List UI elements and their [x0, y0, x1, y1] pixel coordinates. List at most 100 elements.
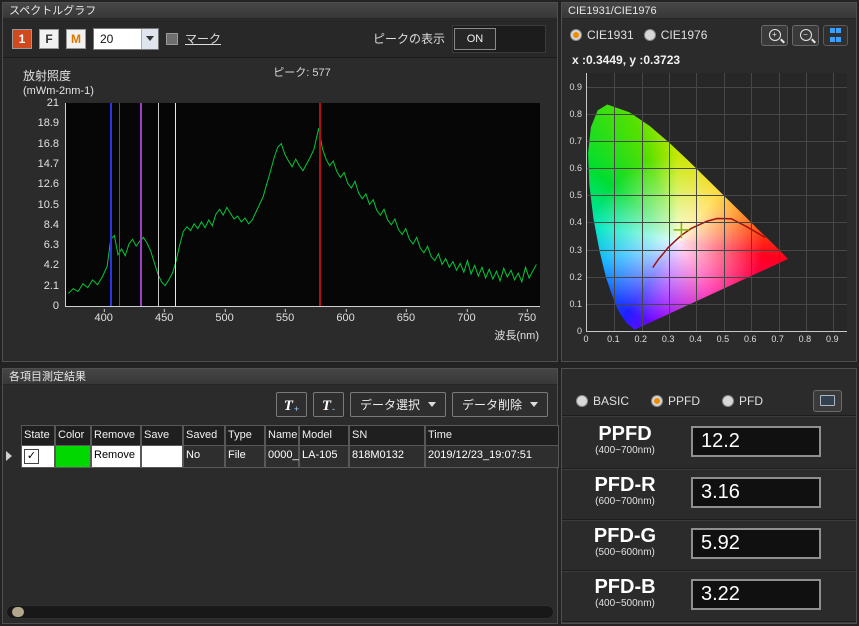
wavelength-marker	[175, 103, 176, 306]
zoom-in-button[interactable]: +	[761, 25, 788, 46]
row-selector-icon	[6, 451, 12, 461]
peak-display-on-button[interactable]: ON	[454, 28, 496, 50]
cie-y-axis: 00.10.20.30.40.50.60.70.80.9	[562, 73, 584, 331]
results-panel-header: 各項目測定結果	[3, 369, 557, 385]
metric-value-box: 3.22	[691, 579, 821, 610]
gridline	[587, 141, 847, 142]
x-tick-label: 0.4	[689, 334, 702, 344]
display-mode-1-button[interactable]: 1	[12, 29, 32, 49]
average-count-select[interactable]: 20	[93, 28, 159, 50]
x-tick-label: 0.1	[607, 334, 620, 344]
mark-checkbox[interactable]	[166, 33, 178, 45]
y-tick-label: 10.5	[38, 199, 59, 211]
radio-pfd[interactable]: PFD	[722, 394, 763, 408]
radio-ppfd[interactable]: PPFD	[651, 394, 700, 408]
zoom-out-button[interactable]: −	[792, 25, 819, 46]
spectrum-toolbar: 1 F M 20 マーク ピークの表示 ON	[3, 20, 557, 58]
dropdown-arrow-icon	[141, 29, 158, 49]
x-tick-label: 0.2	[634, 334, 647, 344]
column-header-model: Model	[299, 425, 349, 446]
remove-button[interactable]: Remove	[91, 445, 141, 468]
gridline	[806, 73, 807, 331]
y-tick-label: 0.8	[569, 109, 582, 119]
radio-cie1976-label: CIE1976	[661, 28, 708, 42]
y-tick-label: 0.9	[569, 82, 582, 92]
spectrum-curve	[68, 128, 536, 293]
graph-display-button[interactable]	[813, 390, 842, 412]
cie-panel: CIE1931/CIE1976 CIE1931 CIE1976 + −	[561, 2, 857, 362]
scrollbar-thumb[interactable]	[12, 607, 24, 617]
mark-label[interactable]: マーク	[185, 30, 221, 47]
spectrum-panel-header: スペクトルグラフ	[3, 3, 557, 19]
font-size-decrease-button[interactable]: T -	[313, 392, 344, 417]
x-tick-label: 0.7	[771, 334, 784, 344]
state-checkbox[interactable]: ✓	[24, 449, 39, 464]
cell-type: File	[225, 445, 265, 468]
spectrum-panel: スペクトルグラフ 1 F M 20 マーク ピークの表示 ON ピーク: 577…	[2, 2, 558, 362]
gridline	[587, 277, 847, 278]
metric-row: PPFD(400~700nm)12.2	[562, 417, 856, 469]
y-tick-label: 0.3	[569, 245, 582, 255]
state-cell[interactable]: ✓	[21, 445, 55, 468]
cie-diagram-area[interactable]	[586, 73, 847, 332]
cell-model: LA-105	[299, 445, 349, 468]
metric-list: PPFD(400~700nm)12.2PFD-R(600~700nm)3.16P…	[562, 417, 856, 623]
column-header-name: Name	[265, 425, 299, 446]
x-tick-label: 450	[155, 312, 173, 324]
display-mode-f-button[interactable]: F	[39, 29, 59, 49]
monitor-icon	[820, 395, 835, 406]
y-tick-label: 4.2	[44, 259, 59, 271]
x-tick-label: 0.3	[662, 334, 675, 344]
x-tick-label: 0	[583, 334, 588, 344]
font-size-increase-button[interactable]: T +	[276, 392, 307, 417]
ppfd-panel: BASIC PPFD PFD PPFD(400~700nm)12.2PFD-R(60…	[561, 368, 857, 624]
gridline	[751, 73, 752, 331]
data-delete-label: データ削除	[462, 396, 522, 413]
y-tick-label: 21	[47, 97, 59, 109]
column-header-remove: Remove	[91, 425, 141, 446]
cie-panel-title: CIE1931/CIE1976	[568, 5, 657, 17]
y-tick-label: 0	[577, 326, 582, 336]
gridline	[587, 304, 847, 305]
radio-cie1931[interactable]: CIE1931	[570, 28, 634, 42]
x-tick-label: 700	[457, 312, 475, 324]
radio-cie1976[interactable]: CIE1976	[644, 28, 708, 42]
radio-dot-icon	[651, 395, 663, 407]
x-tick-label: 400	[95, 312, 113, 324]
chromaticity-coordinates: x :0.3449, y :0.3723	[572, 53, 680, 67]
y-tick-label: 0.4	[569, 217, 582, 227]
column-header-sn: SN	[349, 425, 425, 446]
color-swatch-cell[interactable]	[55, 445, 91, 468]
cie-panel-header: CIE1931/CIE1976	[562, 3, 856, 19]
y-tick-label: 8.4	[44, 219, 59, 231]
x-tick-label: 0.8	[799, 334, 812, 344]
average-count-value: 20	[100, 32, 113, 46]
metric-wavelength-range: (400~700nm)	[562, 445, 688, 456]
y-tick-label: 0	[53, 300, 59, 312]
data-delete-button[interactable]: データ削除	[452, 392, 548, 417]
fit-view-button[interactable]	[823, 25, 848, 46]
display-mode-m-button[interactable]: M	[66, 29, 86, 49]
y-tick-label: 0.5	[569, 190, 582, 200]
radio-dot-icon	[644, 29, 656, 41]
results-panel-title: 各項目測定結果	[9, 371, 86, 383]
save-cell[interactable]	[141, 445, 183, 468]
gridline	[642, 73, 643, 331]
spectrum-plot-area[interactable]	[65, 103, 540, 307]
horizontal-scrollbar[interactable]	[6, 605, 554, 619]
metric-name: PFD-G	[562, 526, 688, 546]
results-table: StateColorRemoveSaveSavedTypeNameModelSN…	[7, 425, 553, 471]
wavelength-marker	[119, 103, 120, 306]
y-tick-label: 0.7	[569, 136, 582, 146]
radio-label: PFD	[739, 394, 763, 408]
data-select-button[interactable]: データ選択	[350, 392, 446, 417]
y-tick-label: 0.2	[569, 272, 582, 282]
gridline	[587, 114, 847, 115]
gridline	[779, 73, 780, 331]
radio-basic[interactable]: BASIC	[576, 394, 629, 408]
gridline	[614, 73, 615, 331]
x-axis-label: 波長(nm)	[65, 327, 539, 343]
metric-row: PFD-B(400~500nm)3.22	[562, 570, 856, 622]
radio-label: BASIC	[593, 394, 629, 408]
wavelength-marker	[319, 103, 321, 306]
